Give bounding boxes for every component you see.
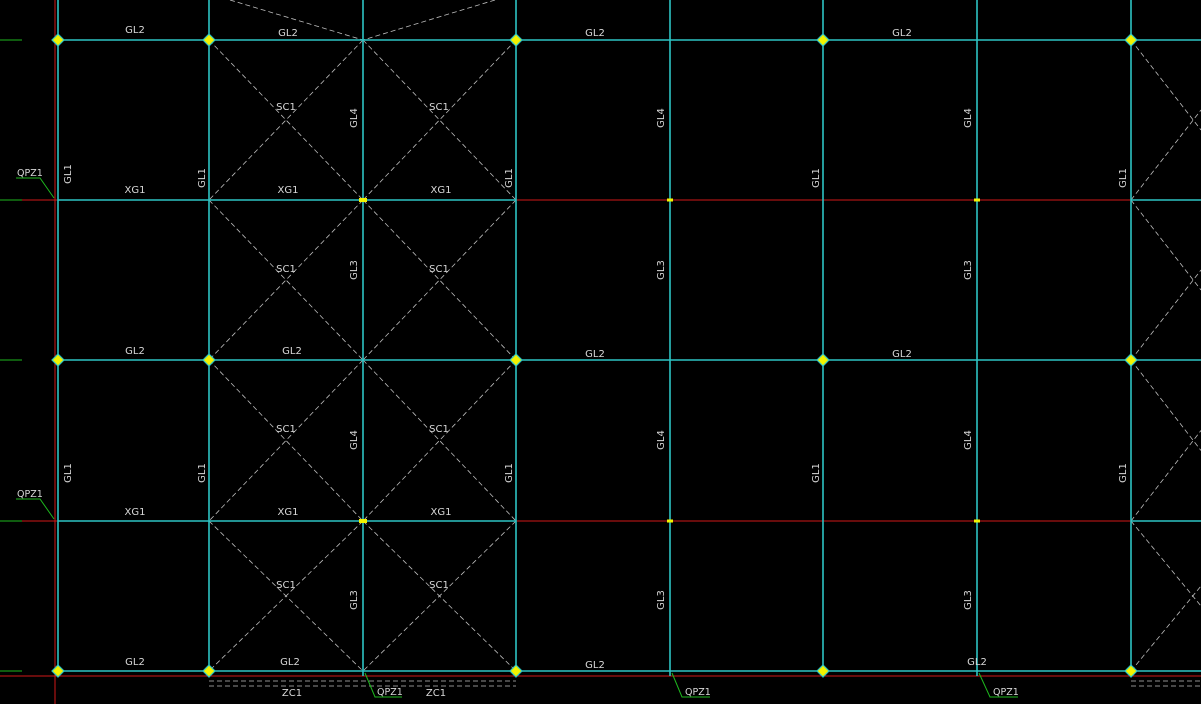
beam-label-gl2: GL2 — [585, 660, 605, 671]
flange-brace-label-qpz1: QPZ1 — [993, 687, 1019, 698]
beam-label-gl2: GL2 — [585, 28, 605, 39]
flange-brace-label-qpz1: QPZ1 — [685, 687, 711, 698]
column-label-gl1: GL1 — [504, 168, 515, 188]
stud-label-gl3: GL3 — [963, 590, 974, 610]
beam-label-gl2: GL2 — [585, 349, 605, 360]
beam-label-gl2: GL2 — [892, 349, 912, 360]
stud-node — [974, 519, 980, 523]
beam-label-xg1: XG1 — [431, 507, 452, 518]
beam-label-gl2: GL2 — [892, 28, 912, 39]
column-brace-label-zc1: ZC1 — [282, 688, 302, 699]
stud-label-gl4: GL4 — [349, 108, 360, 128]
beam-label-xg1: XG1 — [125, 185, 146, 196]
stud-label-gl3: GL3 — [656, 260, 667, 280]
stud-label-gl4: GL4 — [349, 430, 360, 450]
stud-node — [667, 198, 673, 202]
brace-label-sc1: SC1 — [276, 580, 296, 591]
beam-label-gl2: GL2 — [125, 657, 145, 668]
brace-node — [359, 519, 367, 523]
brace-label-sc1: SC1 — [429, 424, 449, 435]
column-label-gl1: GL1 — [197, 168, 208, 188]
column-label-gl1: GL1 — [63, 463, 74, 483]
brace-label-sc1: SC1 — [429, 102, 449, 113]
beam-label-gl2: GL2 — [278, 28, 298, 39]
stud-label-gl4: GL4 — [656, 108, 667, 128]
column-label-gl1: GL1 — [504, 463, 515, 483]
beam-label-gl2: GL2 — [280, 657, 300, 668]
column-label-gl1: GL1 — [1118, 168, 1129, 188]
structural-drawing-canvas[interactable]: GL2 GL2 GL2 GL2 GL2 GL2 GL2 GL2 GL2 GL2 GL2 GL2 XG1 X… — [0, 0, 1201, 704]
brace-node — [359, 198, 367, 202]
beam-label-xg1: XG1 — [125, 507, 146, 518]
column-label-gl1: GL1 — [1118, 463, 1129, 483]
brace-label-sc1: SC1 — [276, 424, 296, 435]
flange-brace-label-qpz1: QPZ1 — [17, 489, 43, 500]
beam-label-xg1: XG1 — [278, 185, 299, 196]
flange-brace-label-qpz1: QPZ1 — [17, 168, 43, 179]
stud-node — [974, 198, 980, 202]
brace-label-sc1: SC1 — [429, 580, 449, 591]
stud-label-gl3: GL3 — [963, 260, 974, 280]
column-brace-label-zc1: ZC1 — [426, 688, 446, 699]
stud-label-gl4: GL4 — [656, 430, 667, 450]
brace-label-sc1: SC1 — [276, 102, 296, 113]
brace-label-sc1: SC1 — [276, 264, 296, 275]
stud-label-gl4: GL4 — [963, 430, 974, 450]
beam-label-gl2: GL2 — [282, 346, 302, 357]
column-label-gl1: GL1 — [811, 463, 822, 483]
brace-label-sc1: SC1 — [429, 264, 449, 275]
stud-label-gl3: GL3 — [656, 590, 667, 610]
beam-label-xg1: XG1 — [431, 185, 452, 196]
flange-brace-label-qpz1: QPZ1 — [377, 687, 403, 698]
beam-label-gl2: GL2 — [125, 25, 145, 36]
beam-label-xg1: XG1 — [278, 507, 299, 518]
column-label-gl1: GL1 — [197, 463, 208, 483]
stud-label-gl4: GL4 — [963, 108, 974, 128]
stud-label-gl3: GL3 — [349, 590, 360, 610]
stud-node — [667, 519, 673, 523]
stud-label-gl3: GL3 — [349, 260, 360, 280]
beam-label-gl2: GL2 — [125, 346, 145, 357]
column-label-gl1: GL1 — [811, 168, 822, 188]
beam-label-gl2: GL2 — [967, 657, 987, 668]
column-label-gl1: GL1 — [63, 164, 74, 184]
